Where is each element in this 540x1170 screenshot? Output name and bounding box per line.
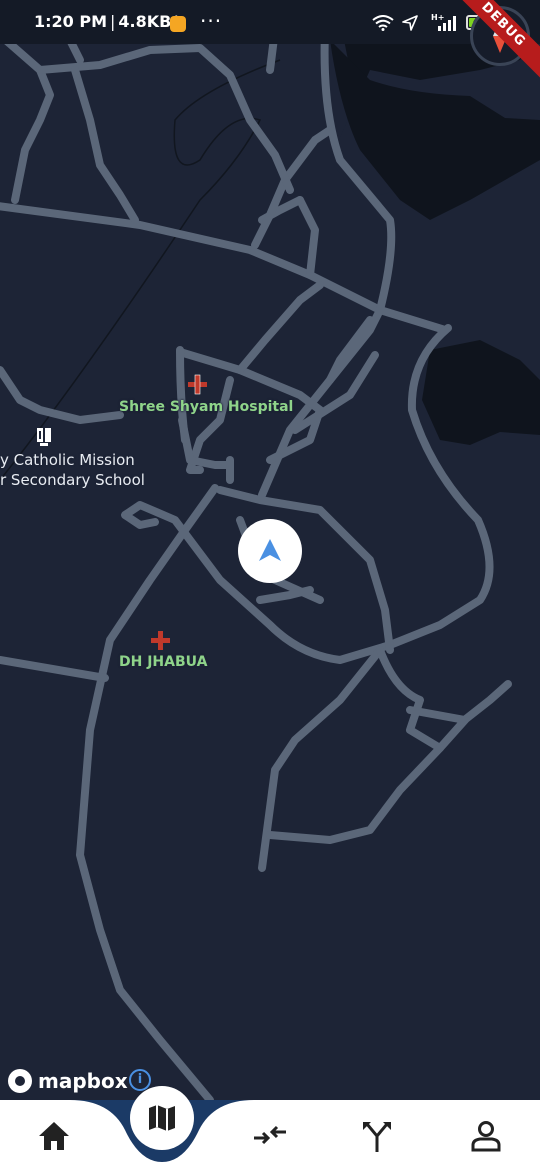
signal-icon (438, 16, 456, 31)
nav-profile[interactable] (464, 1114, 508, 1158)
poi-label-hospital[interactable]: Shree Shyam Hospital (119, 399, 293, 415)
nav-home[interactable] (32, 1114, 76, 1158)
status-bar: 1:20 PM|4.8KB/s ··· H+ 40 (0, 0, 540, 44)
app-notification-icon (170, 16, 186, 32)
school-label-line1: y Catholic Mission (0, 451, 135, 469)
mapbox-logo[interactable]: mapbox (8, 1068, 128, 1094)
nav-split-route[interactable] (355, 1114, 399, 1158)
wifi-icon (372, 15, 394, 31)
poi-label-school[interactable]: y Catholic Mission r Secondary School (0, 450, 145, 490)
poi-label-dh-jhabua[interactable]: DH JHABUA (119, 654, 207, 670)
status-time-group: 1:20 PM | 4.8KB/s (34, 12, 187, 31)
map-icon (149, 1105, 175, 1131)
status-time: 1:20 PM (34, 12, 108, 31)
status-separator: | (110, 12, 116, 31)
mapbox-logo-icon (8, 1069, 32, 1093)
app-screen: Shree Shyam Hospital DH JHABUA y Catholi… (0, 0, 540, 1170)
home-icon (39, 1122, 69, 1150)
user-location-puck (238, 519, 302, 583)
location-arrow-icon (402, 15, 418, 31)
merge-arrows-icon (254, 1125, 286, 1145)
status-more-icon: ··· (200, 9, 223, 33)
nav-merge[interactable] (248, 1114, 292, 1158)
navigation-arrow-icon (259, 539, 281, 561)
mapbox-logo-text: mapbox (38, 1069, 128, 1093)
person-icon (471, 1121, 501, 1152)
nav-map[interactable] (130, 1086, 194, 1150)
split-route-icon (363, 1122, 391, 1152)
school-label-line2: r Secondary School (0, 471, 145, 489)
attribution-info-icon[interactable]: i (129, 1069, 151, 1091)
